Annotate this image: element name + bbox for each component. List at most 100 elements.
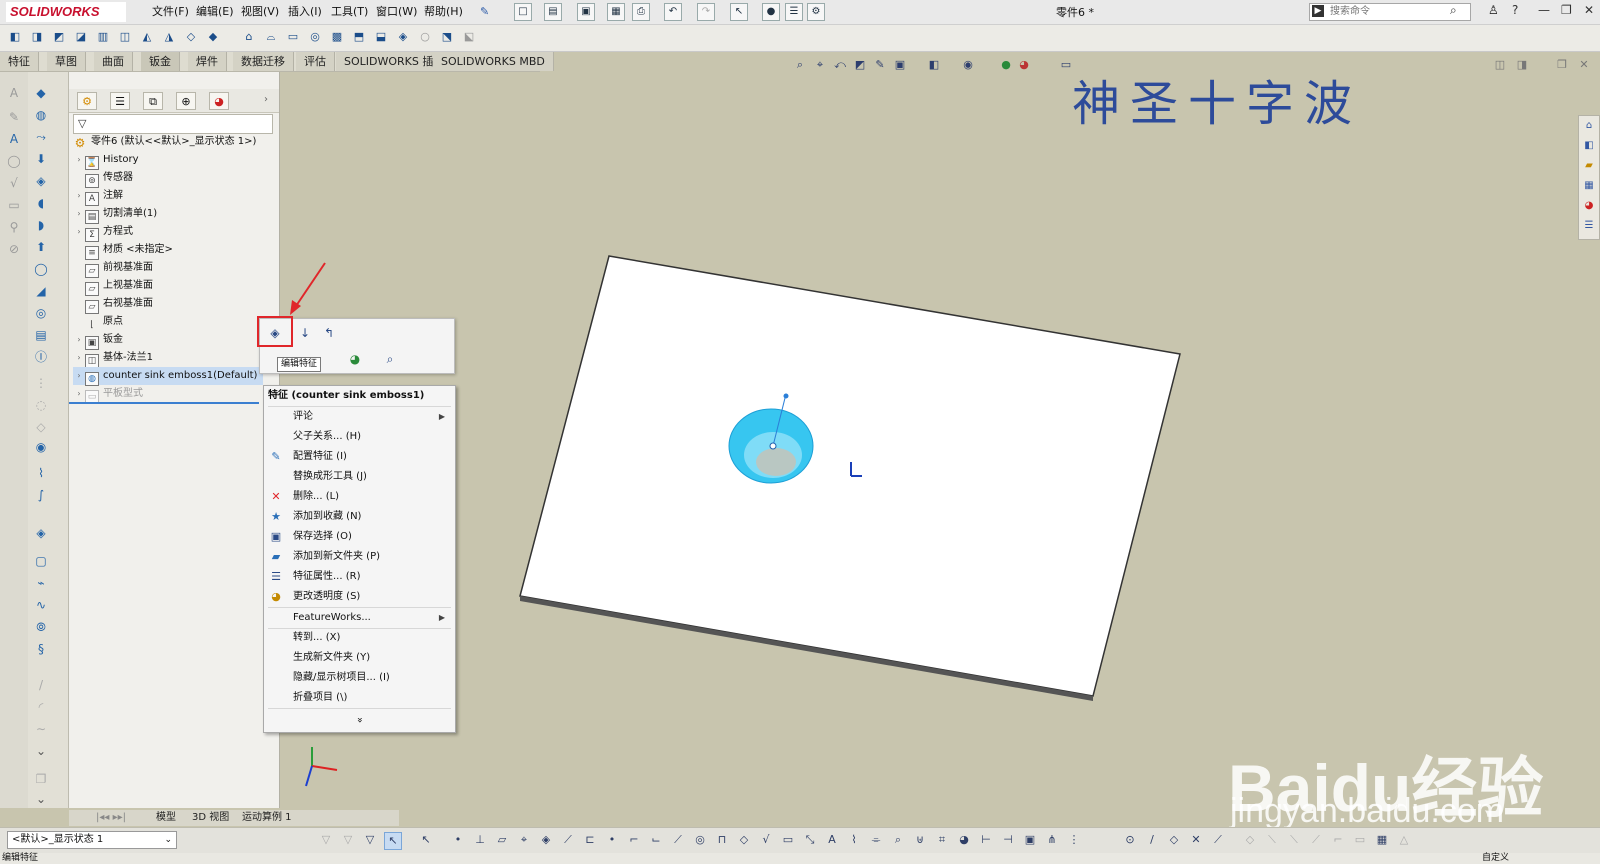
- menu-item-feature-properties[interactable]: ☰ 特征属性... (R): [268, 567, 451, 587]
- menu-item-collapse[interactable]: 折叠项目 (\): [268, 688, 451, 708]
- menu-expand[interactable]: »: [268, 710, 451, 730]
- appearance-icon[interactable]: ◕: [346, 350, 364, 368]
- status-bar: [0, 853, 1600, 864]
- circle-icon[interactable]: ⊙: [1122, 832, 1138, 848]
- sketch-tool-11-icon[interactable]: ▭: [780, 832, 796, 848]
- sketch-extra-4-icon[interactable]: ⟋: [1308, 832, 1324, 848]
- sketch-tool-10-icon[interactable]: √: [758, 832, 774, 848]
- save-selection-icon: ▣: [270, 530, 282, 543]
- tab-3d-views[interactable]: 3D 视图: [188, 810, 233, 826]
- delete-icon: ✕: [271, 490, 281, 503]
- edit-feature-highlight: [257, 316, 293, 347]
- plane-tool-icon[interactable]: ▱: [494, 832, 510, 848]
- menu-item-change-transparency[interactable]: ◕ 更改透明度 (S): [268, 587, 451, 607]
- sketch-tool-19-icon[interactable]: ◕: [956, 832, 972, 848]
- grid-icon[interactable]: ▦: [1374, 832, 1390, 848]
- axis-icon[interactable]: ⊥: [472, 832, 488, 848]
- menu-item-goto[interactable]: 转到... (X): [268, 628, 451, 648]
- sketch-tool-6-icon[interactable]: ⟋: [670, 832, 686, 848]
- sketch-tool-12-icon[interactable]: ⤡: [802, 832, 818, 848]
- menu-item-featureworks[interactable]: FeatureWorks... ▶: [268, 608, 451, 628]
- extend-icon[interactable]: ⟋: [1210, 832, 1226, 848]
- sketch-tool-17-icon[interactable]: ⊎: [912, 832, 928, 848]
- menu-item-add-to-folder[interactable]: ▰ 添加到新文件夹 (P): [268, 547, 451, 567]
- sketch-tool-1-icon[interactable]: ⟋: [560, 832, 576, 848]
- filter-edges-icon[interactable]: ▽: [340, 832, 356, 848]
- sketch-tool-15-icon[interactable]: ⌯: [868, 832, 884, 848]
- status-text: 编辑特征: [2, 853, 39, 863]
- overlay-title: 神圣十字波: [1072, 76, 1363, 132]
- emboss-bottom: [756, 448, 796, 476]
- sketch-tool-5-icon[interactable]: ⌙: [648, 832, 664, 848]
- units-status[interactable]: 自定义: [1482, 853, 1509, 864]
- rollback-icon[interactable]: ↓: [296, 324, 314, 342]
- configuration-select[interactable]: <默认>_显示状态 1 ⌄: [7, 831, 177, 849]
- context-menu-header: 特征 (counter sink emboss1): [268, 390, 425, 401]
- appearances-icon[interactable]: ◕: [1580, 198, 1598, 214]
- sketch-tool-9-icon[interactable]: ◇: [736, 832, 752, 848]
- baidu-watermark-url: jingyan.baidu.com: [1230, 792, 1505, 830]
- filter-faces-icon[interactable]: ▽: [318, 832, 334, 848]
- menu-item-delete[interactable]: ✕ 删除... (L): [268, 487, 451, 507]
- home-icon[interactable]: ⌂: [1580, 118, 1598, 134]
- polygon-icon[interactable]: ◇: [1166, 832, 1182, 848]
- configure-icon: ✎: [271, 450, 281, 463]
- sketch-tool-24-icon[interactable]: ⋮: [1066, 832, 1082, 848]
- menu-item-comment[interactable]: 评论 ▶: [268, 407, 451, 427]
- file-explorer-icon[interactable]: ▰: [1580, 158, 1598, 174]
- sketch-extra-6-icon[interactable]: ▭: [1352, 832, 1368, 848]
- select-pointer-icon[interactable]: ↖: [384, 832, 402, 850]
- parent-child-icon[interactable]: ↰: [320, 324, 338, 342]
- trim-icon[interactable]: ✕: [1188, 832, 1204, 848]
- tab-model[interactable]: 模型: [152, 810, 180, 826]
- sketch-tool-16-icon[interactable]: ⌕: [890, 832, 906, 848]
- menu-item-add-favorite[interactable]: ★ 添加到收藏 (N): [268, 507, 451, 527]
- sketch-tool-14-icon[interactable]: ⌇: [846, 832, 862, 848]
- sketch-tool-13-icon[interactable]: A: [824, 832, 840, 848]
- zoom-to-selection-icon[interactable]: ⌕: [381, 350, 399, 368]
- view-palette-icon[interactable]: ▦: [1580, 178, 1598, 194]
- menu-item-hide-show-tree[interactable]: 隐藏/显示树项目... (I): [268, 668, 451, 688]
- configuration-value: <默认>_显示状态 1: [12, 834, 104, 845]
- sketch-extra-7-icon[interactable]: △: [1396, 832, 1412, 848]
- triad-z-axis: [305, 765, 313, 787]
- tab-scroll-icon[interactable]: |◂◂ ▸▸|: [92, 810, 130, 826]
- sketch-tool-2-icon[interactable]: ⊏: [582, 832, 598, 848]
- menu-item-configure-feature[interactable]: ✎ 配置特征 (I): [268, 447, 451, 467]
- properties-icon: ☰: [271, 570, 281, 583]
- select-other-icon[interactable]: ↖: [418, 832, 434, 848]
- double-chevron-down-icon: »: [354, 716, 366, 724]
- coordinate-system-icon[interactable]: ⌖: [516, 832, 532, 848]
- sketch-tool-8-icon[interactable]: ⊓: [714, 832, 730, 848]
- sketch-extra-3-icon[interactable]: ⟍: [1286, 832, 1302, 848]
- line-icon[interactable]: /: [1144, 832, 1160, 848]
- point-icon[interactable]: •: [450, 832, 466, 848]
- menu-item-create-folder[interactable]: 生成新文件夹 (Y): [268, 648, 451, 668]
- sketch-tool-22-icon[interactable]: ▣: [1022, 832, 1038, 848]
- sketch-tool-4-icon[interactable]: ⌐: [626, 832, 642, 848]
- sketch-tool-18-icon[interactable]: ⌗: [934, 832, 950, 848]
- red-arrow-shaft: [293, 262, 326, 310]
- filter-toggle-icon[interactable]: ▽: [362, 832, 378, 848]
- submenu-arrow-icon: ▶: [438, 412, 445, 421]
- triad-x-axis: [311, 765, 338, 771]
- chevron-down-icon: ⌄: [164, 835, 172, 845]
- emboss-center-point: [769, 442, 777, 450]
- menu-item-save-selection[interactable]: ▣ 保存选择 (O): [268, 527, 451, 547]
- sketch-extra-5-icon[interactable]: ⌐: [1330, 832, 1346, 848]
- sketch-extra-2-icon[interactable]: ⟍: [1264, 832, 1280, 848]
- sketch-tool-20-icon[interactable]: ⊢: [978, 832, 994, 848]
- sketch-extra-1-icon[interactable]: ◇: [1242, 832, 1258, 848]
- sketch-tool-23-icon[interactable]: ⋔: [1044, 832, 1060, 848]
- tab-motion-study[interactable]: 运动算例 1: [238, 810, 296, 826]
- sketch-tool-7-icon[interactable]: ◎: [692, 832, 708, 848]
- emboss-point: [783, 393, 789, 399]
- design-library-icon[interactable]: ◧: [1580, 138, 1598, 154]
- menu-item-parent-child[interactable]: 父子关系... (H): [268, 427, 451, 447]
- mate-reference-icon[interactable]: ◈: [538, 832, 554, 848]
- menu-item-replace-forming-tool[interactable]: 替换成形工具 (J): [268, 467, 451, 487]
- sketch-tool-21-icon[interactable]: ⊣: [1000, 832, 1016, 848]
- submenu-arrow-icon: ▶: [438, 613, 445, 622]
- custom-properties-icon[interactable]: ☰: [1580, 218, 1598, 234]
- sketch-tool-3-icon[interactable]: •: [604, 832, 620, 848]
